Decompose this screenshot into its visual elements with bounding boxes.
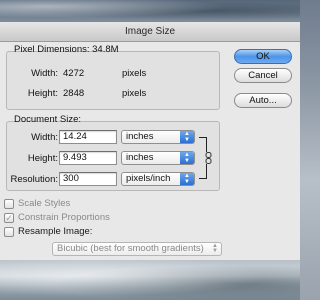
resample-method-select[interactable]: Bicubic (best for smooth gradients) ▲ ▼ (52, 242, 222, 256)
chain-link-icon (205, 152, 212, 164)
constrain-proportions-label: Constrain Proportions (18, 212, 110, 223)
chevron-updown-icon: ▲ ▼ (212, 243, 218, 254)
resolution-input[interactable]: 300 (59, 172, 117, 186)
doc-height-input[interactable]: 9.493 (59, 151, 117, 165)
scale-styles-label: Scale Styles (18, 198, 71, 209)
ok-button[interactable]: OK (234, 49, 292, 64)
resolution-unit-select[interactable]: pixels/inch ▲ ▼ (121, 172, 195, 186)
pixel-dimensions-size: 34.8M (92, 44, 119, 55)
pixel-height-unit: pixels (122, 88, 147, 99)
resolution-unit-value: pixels/inch (126, 173, 171, 184)
chevron-updown-icon: ▲ ▼ (180, 173, 194, 185)
resample-method-value: Bicubic (best for smooth gradients) (57, 243, 204, 254)
pixel-height-label: Height: (27, 88, 58, 99)
background-photo-bottom (0, 260, 300, 300)
pixel-dimensions-title: Pixel Dimensions: (14, 44, 90, 55)
document-size-title: Document Size: (14, 114, 82, 125)
chevron-updown-icon: ▲ ▼ (180, 152, 194, 164)
dialog-title: Image Size (0, 22, 300, 42)
doc-height-unit-value: inches (126, 152, 154, 163)
resample-image-label: Resample Image: (18, 226, 93, 237)
resolution-label: Resolution: (10, 174, 58, 185)
doc-width-label: Width: (31, 132, 58, 143)
doc-width-unit-value: inches (126, 131, 154, 142)
doc-height-label: Height: (27, 153, 58, 164)
pixel-dimensions-header: Pixel Dimensions: 34.8M (14, 44, 119, 55)
doc-width-unit-select[interactable]: inches ▲ ▼ (121, 130, 195, 144)
scale-styles-checkbox[interactable] (4, 199, 14, 209)
background-photo-top (0, 0, 300, 22)
pixel-width-value: 4272 (63, 68, 85, 79)
resample-image-checkbox[interactable] (4, 227, 14, 237)
cancel-button[interactable]: Cancel (234, 68, 292, 83)
pixel-dimensions-group (6, 51, 220, 110)
chevron-updown-icon: ▲ ▼ (180, 131, 194, 143)
constrain-proportions-checkbox[interactable]: ✓ (4, 213, 14, 223)
pixel-width-unit: pixels (122, 68, 147, 79)
doc-height-unit-select[interactable]: inches ▲ ▼ (121, 151, 195, 165)
doc-width-input[interactable]: 14.24 (59, 130, 117, 144)
auto-button[interactable]: Auto... (234, 93, 292, 108)
chain-link-icon-svg (205, 152, 212, 164)
pixel-height-value: 2848 (63, 88, 85, 99)
pixel-width-label: Width: (31, 68, 58, 79)
